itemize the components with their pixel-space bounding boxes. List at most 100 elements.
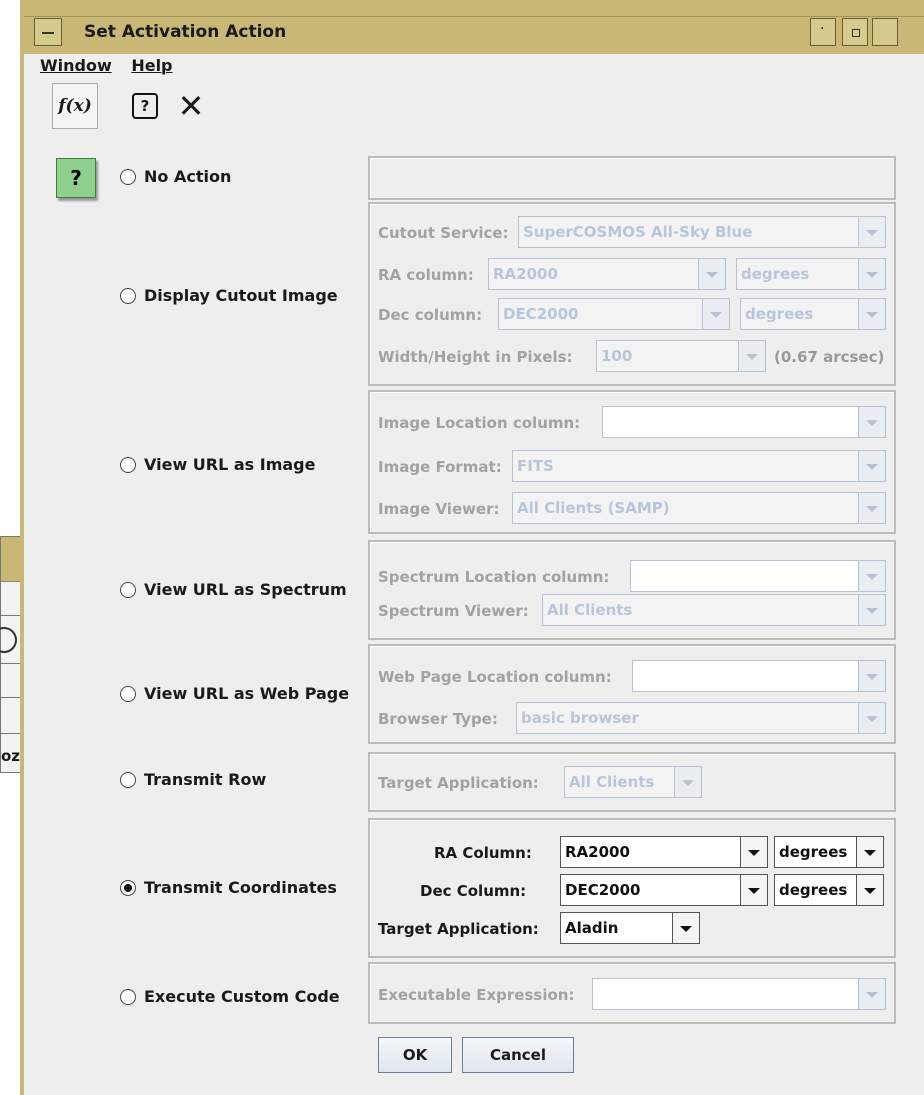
- radio-indicator: [120, 581, 136, 598]
- browser-type-label: Browser Type:: [378, 710, 498, 728]
- radio-transmit-coordinates[interactable]: Transmit Coordinates: [120, 878, 337, 897]
- background-text-fragment: oz: [1, 747, 21, 765]
- tc-dec-unit-select[interactable]: degrees: [774, 874, 884, 906]
- chevron-down-icon: [858, 595, 885, 625]
- chevron-down-icon: [698, 259, 725, 289]
- chevron-down-icon: [674, 767, 701, 797]
- minimize-button[interactable]: [810, 18, 836, 46]
- radio-indicator-selected: [120, 879, 136, 896]
- chevron-down-icon: [858, 561, 885, 591]
- chevron-down-icon: [738, 341, 765, 371]
- chevron-down-icon: [856, 875, 883, 905]
- radio-label: View URL as Web Page: [144, 684, 350, 703]
- tc-ra-select[interactable]: RA2000: [560, 836, 768, 868]
- radio-label: Transmit Row: [144, 770, 267, 789]
- circle-icon: [0, 627, 17, 653]
- ra-column-select[interactable]: RA2000: [488, 258, 726, 290]
- radio-execute-custom-code[interactable]: Execute Custom Code: [120, 987, 340, 1006]
- panel-display-cutout: Cutout Service: SuperCOSMOS All-Sky Blue…: [368, 202, 896, 386]
- system-menu-button[interactable]: [34, 18, 62, 46]
- radio-transmit-row[interactable]: Transmit Row: [120, 770, 266, 789]
- window-title: Set Activation Action: [84, 22, 287, 42]
- spectrum-viewer-select[interactable]: All Clients: [542, 594, 886, 626]
- toolbar: f(x) ? ✕: [46, 83, 924, 133]
- menu-window[interactable]: Window: [40, 56, 112, 75]
- image-format-select[interactable]: FITS: [512, 450, 886, 482]
- panel-no-action: [368, 156, 896, 200]
- radio-indicator: [120, 168, 136, 185]
- maximize-button[interactable]: [842, 18, 868, 46]
- size-select[interactable]: 100: [596, 340, 766, 372]
- tc-dec-label: Dec Column:: [420, 882, 527, 900]
- tc-target-select[interactable]: Aladin: [560, 912, 700, 944]
- size-label: Width/Height in Pixels:: [378, 348, 573, 366]
- web-location-label: Web Page Location column:: [378, 668, 612, 686]
- radio-no-action[interactable]: No Action: [120, 167, 231, 186]
- image-location-input[interactable]: [602, 406, 860, 438]
- green-help-icon[interactable]: ?: [56, 158, 96, 198]
- help-icon: ?: [132, 93, 158, 119]
- dec-column-select[interactable]: DEC2000: [498, 298, 730, 330]
- tc-target-label: Target Application:: [378, 920, 539, 938]
- chevron-down-icon: [858, 703, 885, 733]
- tc-dec-select[interactable]: DEC2000: [560, 874, 768, 906]
- image-viewer-select[interactable]: All Clients (SAMP): [512, 492, 886, 524]
- close-button[interactable]: ✕: [168, 83, 214, 129]
- web-location-input[interactable]: [632, 660, 860, 692]
- panel-custom-code: Executable Expression:: [368, 962, 896, 1024]
- radio-display-cutout-image[interactable]: Display Cutout Image: [120, 286, 338, 305]
- ra-unit-select[interactable]: degrees: [736, 258, 886, 290]
- browser-type-select[interactable]: basic browser: [516, 702, 886, 734]
- expr-dropdown[interactable]: [858, 978, 886, 1010]
- window-close-button[interactable]: [872, 18, 898, 46]
- chevron-down-icon: [740, 875, 767, 905]
- panel-transmit-coordinates: RA Column: RA2000 degrees Dec Column: DE…: [368, 818, 896, 958]
- radio-label: No Action: [144, 167, 232, 186]
- radio-indicator: [120, 771, 136, 788]
- spectrum-location-input[interactable]: [630, 560, 860, 592]
- spectrum-location-label: Spectrum Location column:: [378, 568, 610, 586]
- menu-help[interactable]: Help: [131, 56, 172, 75]
- cutout-service-select[interactable]: SuperCOSMOS All-Sky Blue: [518, 216, 886, 248]
- radio-indicator: [120, 287, 136, 304]
- chevron-down-icon: [856, 837, 883, 867]
- dec-column-label: Dec column:: [378, 306, 483, 324]
- ok-button[interactable]: OK: [378, 1037, 452, 1073]
- radio-view-url-as-spectrum[interactable]: View URL as Spectrum: [120, 580, 347, 599]
- chevron-down-icon: [858, 259, 885, 289]
- radio-indicator: [120, 988, 136, 1005]
- spectrum-location-dropdown[interactable]: [858, 560, 886, 592]
- radio-label: Transmit Coordinates: [144, 878, 337, 897]
- panel-url-image: Image Location column: Image Format: FIT…: [368, 390, 896, 534]
- titlebar[interactable]: Set Activation Action: [24, 0, 924, 54]
- cancel-button[interactable]: Cancel: [462, 1037, 574, 1073]
- chevron-down-icon: [858, 407, 885, 437]
- chevron-down-icon: [858, 493, 885, 523]
- tc-ra-unit-select[interactable]: degrees: [774, 836, 884, 868]
- panel-url-spectrum: Spectrum Location column: Spectrum Viewe…: [368, 540, 896, 640]
- chevron-down-icon: [858, 979, 885, 1009]
- spectrum-viewer-label: Spectrum Viewer:: [378, 602, 529, 620]
- web-location-dropdown[interactable]: [858, 660, 886, 692]
- tc-ra-label: RA Column:: [434, 844, 532, 862]
- image-location-label: Image Location column:: [378, 414, 581, 432]
- transmit-row-target-label: Target Application:: [378, 774, 539, 792]
- dec-unit-select[interactable]: degrees: [740, 298, 886, 330]
- chevron-down-icon: [702, 299, 729, 329]
- panel-url-web: Web Page Location column: Browser Type: …: [368, 644, 896, 744]
- transmit-row-target-select[interactable]: All Clients: [564, 766, 702, 798]
- chevron-down-icon: [858, 217, 885, 247]
- image-viewer-label: Image Viewer:: [378, 500, 500, 518]
- radio-indicator: [120, 456, 136, 473]
- help-button[interactable]: ?: [122, 83, 168, 129]
- radio-view-url-as-web-page[interactable]: View URL as Web Page: [120, 684, 349, 703]
- close-icon: ✕: [177, 87, 205, 125]
- expr-input[interactable]: [592, 978, 860, 1010]
- radio-indicator: [120, 685, 136, 702]
- radio-view-url-as-image[interactable]: View URL as Image: [120, 455, 315, 474]
- cutout-service-label: Cutout Service:: [378, 224, 509, 242]
- chevron-down-icon: [858, 299, 885, 329]
- image-location-dropdown[interactable]: [858, 406, 886, 438]
- radio-label: Display Cutout Image: [144, 286, 338, 305]
- function-editor-button[interactable]: f(x): [52, 83, 98, 129]
